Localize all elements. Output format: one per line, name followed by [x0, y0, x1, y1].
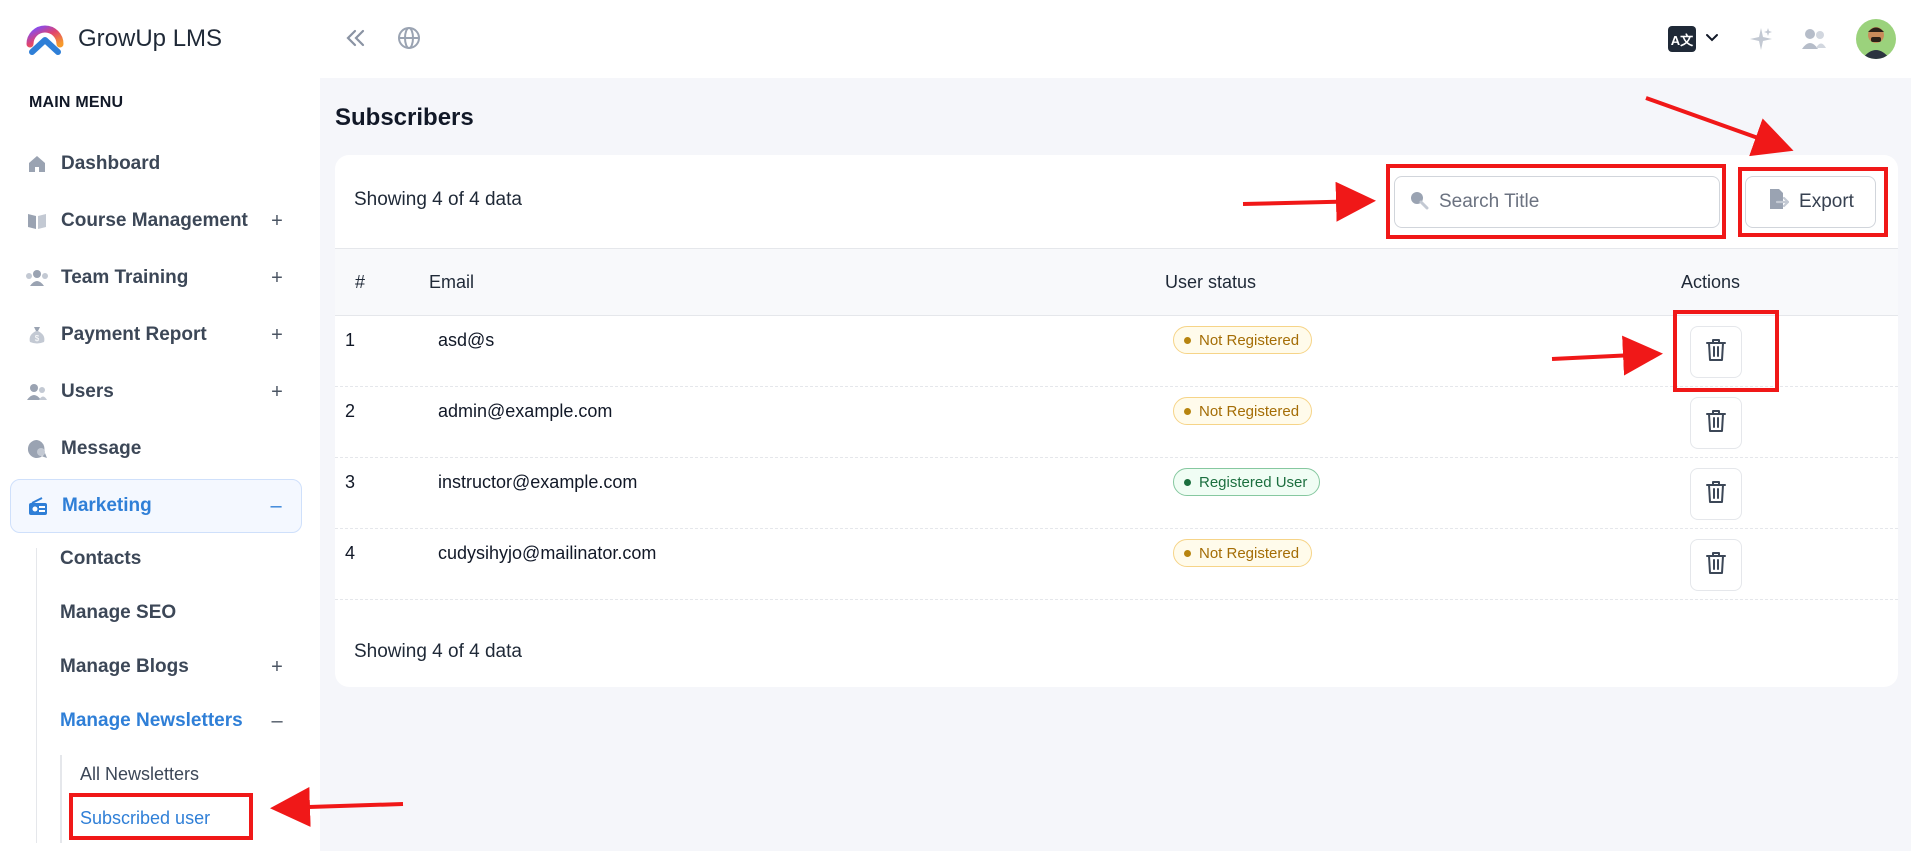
arrow-to-export — [1645, 96, 1794, 157]
annotation-arrows — [270, 96, 1794, 827]
arrow-to-subscribed-user — [270, 786, 404, 827]
arrow-to-search — [1242, 181, 1376, 222]
arrow-to-delete — [1551, 335, 1663, 376]
